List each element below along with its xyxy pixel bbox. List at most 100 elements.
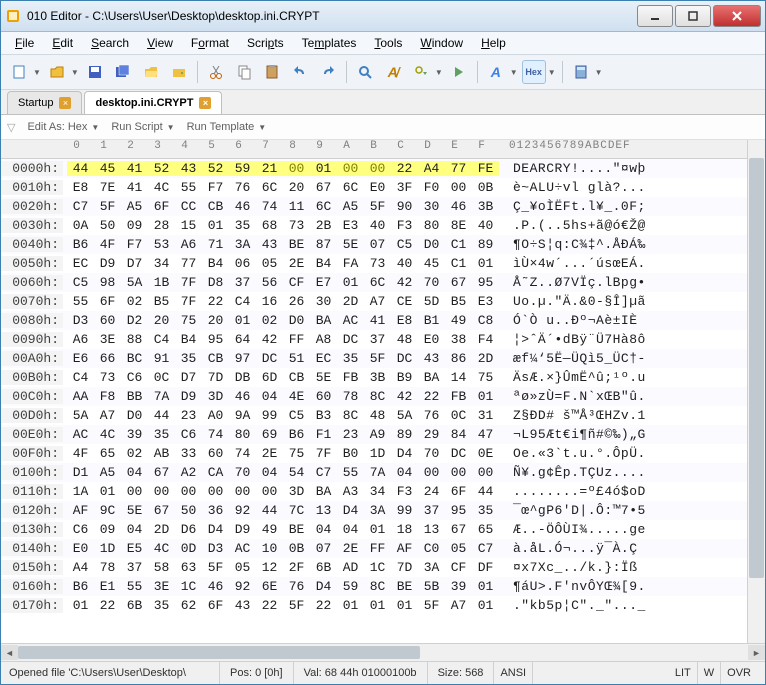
hex-byte[interactable]: 7D bbox=[391, 560, 418, 575]
hex-byte[interactable]: 55 bbox=[67, 294, 94, 309]
ascii-cell[interactable]: Ç_¥oÌËFt.l¥_.0F; bbox=[499, 199, 646, 214]
hex-byte[interactable]: BC bbox=[121, 351, 148, 366]
hex-byte[interactable]: 76 bbox=[283, 579, 310, 594]
minimize-button[interactable] bbox=[637, 5, 673, 27]
hex-byte[interactable]: 78 bbox=[94, 560, 121, 575]
hex-byte[interactable]: D0 bbox=[418, 237, 445, 252]
hex-byte[interactable]: 0B bbox=[472, 180, 499, 195]
hex-row[interactable]: 00E0h:AC4C3935C6748069B6F123A989298447¬L… bbox=[1, 425, 747, 444]
hex-byte[interactable]: BA bbox=[418, 370, 445, 385]
hex-byte[interactable]: 20 bbox=[148, 313, 175, 328]
ascii-cell[interactable]: ¤x7Xc_../k­.}:Ïß bbox=[499, 560, 638, 575]
hex-byte[interactable]: 22 bbox=[310, 598, 337, 613]
hex-byte[interactable]: 43 bbox=[175, 161, 202, 176]
hex-byte[interactable]: F0 bbox=[418, 180, 445, 195]
hex-byte[interactable]: A2 bbox=[175, 465, 202, 480]
ascii-cell[interactable]: Ó`Ò u..Ðº¬Aè±IÈ bbox=[499, 313, 638, 328]
hex-byte[interactable]: B5 bbox=[445, 294, 472, 309]
hex-byte[interactable]: EC bbox=[310, 351, 337, 366]
hex-byte[interactable]: 65 bbox=[472, 522, 499, 537]
hex-byte[interactable]: 56 bbox=[256, 275, 283, 290]
hex-byte[interactable]: 01 bbox=[229, 313, 256, 328]
hex-byte[interactable]: AA bbox=[67, 389, 94, 404]
hex-byte[interactable]: B6 bbox=[67, 237, 94, 252]
menu-window[interactable]: Window bbox=[412, 34, 471, 52]
hex-byte[interactable]: 99 bbox=[256, 408, 283, 423]
hex-row[interactable]: 00B0h:C473C60CD77DDB6DCB5EFB3BB9BA1475Äs… bbox=[1, 368, 747, 387]
ascii-cell[interactable]: ........=º£4ó$oD bbox=[499, 484, 646, 499]
hex-byte[interactable]: 68 bbox=[256, 218, 283, 233]
hex-byte[interactable]: 89 bbox=[391, 427, 418, 442]
hex-byte[interactable]: 1B bbox=[148, 275, 175, 290]
hex-byte[interactable]: 01 bbox=[364, 522, 391, 537]
hex-byte[interactable]: A5 bbox=[337, 199, 364, 214]
hex-byte[interactable]: D9 bbox=[175, 389, 202, 404]
hex-byte[interactable]: 40 bbox=[391, 256, 418, 271]
hex-byte[interactable]: 39 bbox=[445, 579, 472, 594]
hex-byte[interactable]: 91 bbox=[148, 351, 175, 366]
hex-byte[interactable]: 10 bbox=[256, 541, 283, 556]
hex-byte[interactable]: C6 bbox=[67, 522, 94, 537]
hex-byte[interactable]: 92 bbox=[229, 579, 256, 594]
dropdown-icon[interactable]: ▼ bbox=[435, 68, 443, 77]
hex-byte[interactable]: 00 bbox=[202, 484, 229, 499]
hex-byte[interactable]: 3A bbox=[229, 237, 256, 252]
hex-byte[interactable]: 76 bbox=[229, 180, 256, 195]
hex-byte[interactable]: 3B bbox=[472, 199, 499, 214]
hex-byte[interactable]: 0C bbox=[445, 408, 472, 423]
status-ovr[interactable]: OVR bbox=[721, 662, 757, 684]
hex-byte[interactable]: 14 bbox=[445, 370, 472, 385]
hex-byte[interactable]: CF bbox=[445, 560, 472, 575]
ascii-cell[interactable]: à.åL.Ó¬...ÿ¯À.Ç bbox=[499, 541, 638, 556]
dropdown-icon[interactable]: ▼ bbox=[33, 68, 41, 77]
hex-byte[interactable]: 04 bbox=[256, 389, 283, 404]
hex-byte[interactable]: 34 bbox=[364, 484, 391, 499]
hex-byte[interactable]: E0 bbox=[418, 332, 445, 347]
hex-byte[interactable]: 7D bbox=[202, 370, 229, 385]
hex-byte[interactable]: 95 bbox=[445, 503, 472, 518]
hex-byte[interactable]: 18 bbox=[391, 522, 418, 537]
calculator-button[interactable] bbox=[569, 60, 593, 84]
hex-byte[interactable]: 40 bbox=[364, 218, 391, 233]
hex-byte[interactable]: B0 bbox=[337, 446, 364, 461]
hex-byte[interactable]: D1 bbox=[67, 465, 94, 480]
hex-byte[interactable]: 47 bbox=[472, 427, 499, 442]
hex-byte[interactable]: 05 bbox=[256, 256, 283, 271]
hex-byte[interactable]: 00 bbox=[283, 161, 310, 176]
undo-button[interactable] bbox=[288, 60, 312, 84]
hex-byte[interactable]: A7 bbox=[445, 598, 472, 613]
hex-byte[interactable]: 65 bbox=[94, 446, 121, 461]
hex-byte[interactable]: B6 bbox=[67, 579, 94, 594]
hex-row[interactable]: 0130h:C609042DD6D4D949BE04040118136765Æ.… bbox=[1, 520, 747, 539]
scroll-left-icon[interactable]: ◄ bbox=[1, 645, 18, 660]
hex-byte[interactable]: 0B bbox=[283, 541, 310, 556]
hex-byte[interactable]: 74 bbox=[229, 446, 256, 461]
hex-row[interactable]: 0140h:E01DE54C0DD3AC100B072EFFAFC005C7à.… bbox=[1, 539, 747, 558]
hex-byte[interactable]: A6 bbox=[67, 332, 94, 347]
hex-byte[interactable]: E7 bbox=[310, 275, 337, 290]
hex-byte[interactable]: 31 bbox=[472, 408, 499, 423]
hex-byte[interactable]: A6 bbox=[175, 237, 202, 252]
hex-byte[interactable]: 9A bbox=[229, 408, 256, 423]
hex-byte[interactable]: E8 bbox=[67, 180, 94, 195]
hex-byte[interactable]: CC bbox=[175, 199, 202, 214]
hex-byte[interactable]: 43 bbox=[418, 351, 445, 366]
hex-byte[interactable]: 04 bbox=[121, 465, 148, 480]
hex-byte[interactable]: 46 bbox=[229, 389, 256, 404]
hex-byte[interactable]: 67 bbox=[445, 522, 472, 537]
hex-byte[interactable]: 20 bbox=[283, 180, 310, 195]
hex-byte[interactable]: 00 bbox=[229, 484, 256, 499]
hex-byte[interactable]: 22 bbox=[202, 294, 229, 309]
hex-byte[interactable]: 2E bbox=[283, 256, 310, 271]
hex-byte[interactable]: B4 bbox=[202, 256, 229, 271]
ascii-cell[interactable]: ¦>ˆÄ´•dBÿ¨Ü7Hà8ô bbox=[499, 332, 646, 347]
hex-byte[interactable]: 7C bbox=[283, 503, 310, 518]
hex-byte[interactable]: 90 bbox=[391, 199, 418, 214]
hex-byte[interactable]: 00 bbox=[121, 484, 148, 499]
hex-byte[interactable]: 6F bbox=[445, 484, 472, 499]
hex-byte[interactable]: 59 bbox=[229, 161, 256, 176]
hex-row[interactable]: 0160h:B6E1553E1C46926E76D4598CBE5B3901¶á… bbox=[1, 577, 747, 596]
hex-byte[interactable]: D4 bbox=[391, 446, 418, 461]
hex-byte[interactable]: 67 bbox=[445, 275, 472, 290]
hex-byte[interactable]: 2D bbox=[337, 294, 364, 309]
